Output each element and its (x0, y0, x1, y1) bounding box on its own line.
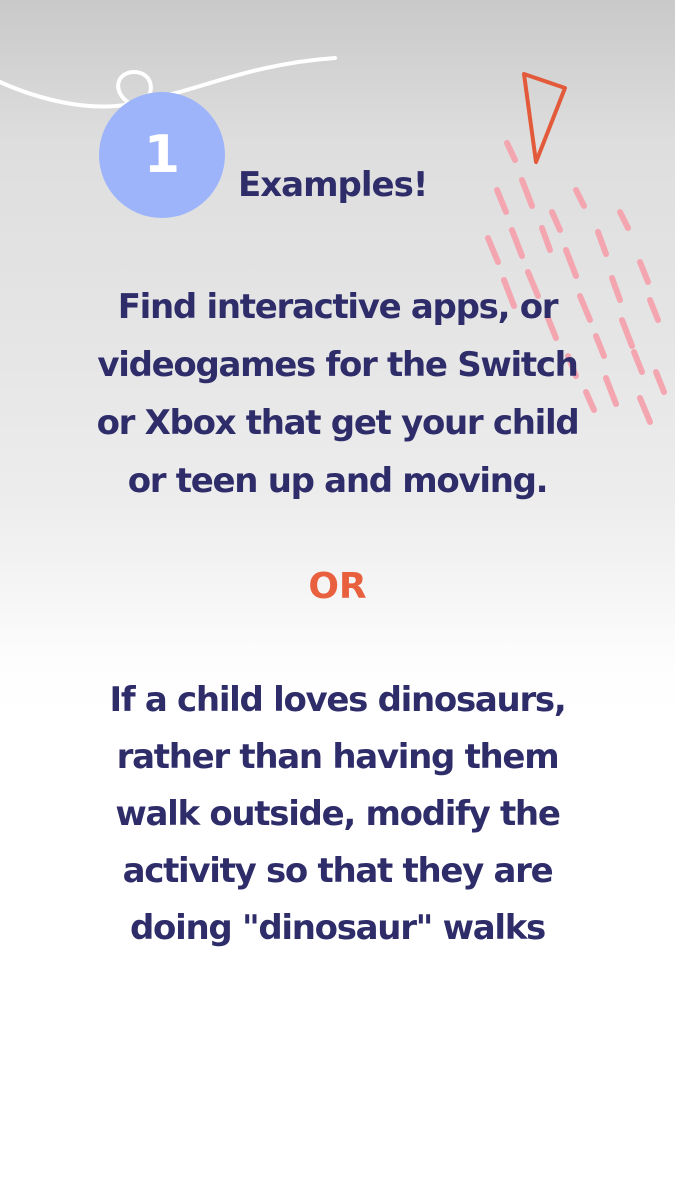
triangle-doodle (522, 72, 567, 164)
example-paragraph-1: Find interactive apps, or videogames for… (40, 278, 635, 510)
step-number: 1 (143, 125, 181, 185)
examples-heading: Examples! (238, 165, 428, 205)
paragraph-line: Find interactive apps, or (117, 287, 559, 327)
step-number-badge: 1 (99, 92, 225, 218)
paragraph-line: videogames for the Switch (97, 345, 579, 385)
paragraph-line: or teen up and moving. (127, 461, 549, 501)
paragraph-line: rather than having them (116, 737, 560, 777)
paragraph-line: activity so that they are (122, 851, 554, 891)
paragraph-line: If a child loves dinosaurs, (109, 680, 567, 720)
paragraph-line: or Xbox that get your child (96, 403, 580, 443)
paragraph-line: walk outside, modify the (115, 794, 561, 834)
or-separator: OR (308, 566, 367, 607)
paragraph-line: doing "dinosaur" walks (130, 908, 546, 948)
example-paragraph-2: If a child loves dinosaurs, rather than … (40, 672, 635, 957)
